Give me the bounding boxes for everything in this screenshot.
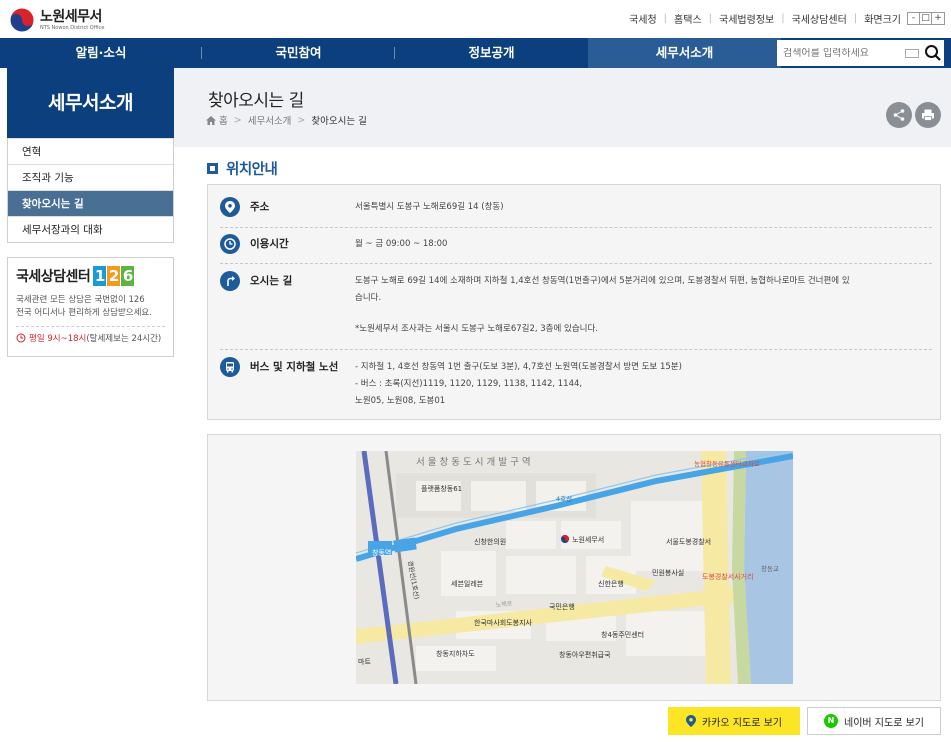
counsel-number: 1 2 6: [93, 266, 135, 286]
sidebar-item-history[interactable]: 연혁: [8, 138, 173, 164]
naver-map-button[interactable]: N 네이버 지도로 보기: [807, 707, 941, 735]
map-container: 서 울 창 동 도 시 개 발 구 역 플랫폼창동61 신창한의원 노원세무서 …: [207, 434, 941, 701]
info-row-directions: 오시는 길 도봉구 노해로 69길 14에 소재하며 지하철 1,4호선 창동역…: [220, 263, 932, 349]
clock-icon: [16, 333, 26, 343]
kakao-map-button[interactable]: 카카오 지도로 보기: [668, 707, 800, 735]
svg-text:4호선: 4호선: [556, 494, 572, 503]
svg-text:신한은행: 신한은행: [598, 579, 624, 588]
share-icon: [893, 109, 905, 121]
counsel-hours: 평일 9시~18시 (탈세제보는 24시간): [16, 326, 165, 344]
svg-text:농협창동유통센터교차로: 농협창동유통센터교차로: [694, 459, 760, 468]
info-label: 버스 및 지하철 노선: [250, 361, 339, 373]
info-value: 도봉구 노해로 69길 14에 소재하며 지하철 1,4호선 창동역(1번출구)…: [355, 276, 850, 334]
bus-icon: [220, 357, 240, 377]
svg-text:신창한의원: 신창한의원: [474, 537, 506, 546]
svg-text:마트: 마트: [358, 657, 371, 666]
home-icon: [206, 115, 216, 125]
section-title: 위치안내: [207, 158, 278, 179]
util-link-counsel-center[interactable]: 국세상담센터: [792, 11, 847, 26]
direction-icon: [220, 271, 240, 291]
page-title: 찾아오시는 길: [208, 91, 304, 111]
left-sidebar: 세무서소개 연혁 조직과 기능 찾아오시는 길 세무서장과의 대화 국세상담센터…: [7, 68, 174, 357]
counsel-center-description: 국세관련 모든 상담은 국번없이 126 전국 어디서나 편리하게 상담받으세요…: [16, 295, 152, 318]
util-link-hometax[interactable]: 홈택스: [674, 11, 702, 26]
svg-text:도봉경찰서사거리: 도봉경찰서사거리: [702, 572, 754, 581]
svg-text:세븐일레븐: 세븐일레븐: [451, 579, 484, 588]
search-button[interactable]: [923, 43, 943, 63]
counsel-center-banner[interactable]: 국세상담센터 1 2 6 국세관련 모든 상담은 국번없이 126 전국 어디서…: [7, 257, 174, 357]
gnb-item-news[interactable]: 알림·소식: [0, 38, 202, 68]
util-link-nts[interactable]: 국세청: [629, 11, 657, 26]
map-label-district: 서 울 창 동 도 시 개 발 구 역: [416, 457, 531, 468]
zoom-label: 화면크기: [864, 15, 901, 26]
svg-text:창4동주민센터: 창4동주민센터: [601, 630, 644, 639]
site-logo[interactable]: 노원세무서 NTS Nowon District Office: [8, 6, 104, 34]
logo-title: 노원세무서: [40, 8, 102, 25]
digit-tile: 6: [121, 266, 135, 286]
info-value: 서울특별시 도봉구 노해로69길 14 (창동): [355, 202, 504, 212]
svg-text:국민은행: 국민은행: [549, 602, 575, 611]
sidebar-title: 세무서소개: [7, 68, 174, 138]
info-value: - 지하철 1, 4호선 창동역 1번 출구(도보 3분), 4,7호선 노원역…: [355, 362, 682, 406]
svg-text:창동아우편취급국: 창동아우편취급국: [559, 650, 611, 659]
logo-subtitle: NTS Nowon District Office: [40, 24, 105, 31]
keyboard-icon[interactable]: [905, 48, 919, 58]
counsel-center-title: 국세상담센터: [16, 269, 91, 285]
util-link-law-info[interactable]: 국세법령정보: [719, 11, 774, 26]
zoom-out-button[interactable]: -: [908, 13, 920, 24]
zoom-reset-button[interactable]: □: [920, 13, 932, 24]
naver-logo-icon: N: [824, 714, 839, 728]
sidebar-item-organization[interactable]: 조직과 기능: [8, 164, 173, 190]
main-nav: 알림·소식 국민참여 정보공개 세무서소개: [0, 38, 951, 68]
section-bullet-icon: [207, 163, 218, 174]
map-graphic: 서 울 창 동 도 시 개 발 구 역 플랫폼창동61 신창한의원 노원세무서 …: [356, 451, 793, 684]
info-row-hours: 이용시간 월 ~ 금 09:00 ~ 18:00: [220, 227, 932, 263]
sidebar-menu: 연혁 조직과 기능 찾아오시는 길 세무서장과의 대화: [7, 138, 174, 243]
zoom-controls: - □ +: [907, 12, 945, 25]
info-row-transit: 버스 및 지하철 노선 - 지하철 1, 4호선 창동역 1번 출구(도보 3분…: [220, 349, 932, 415]
svg-text:노원세무서: 노원세무서: [572, 535, 604, 544]
digit-tile: 2: [107, 266, 121, 286]
digit-tile: 1: [93, 266, 107, 286]
breadcrumb-about[interactable]: 세무서소개: [248, 113, 292, 127]
sidebar-item-directions[interactable]: 찾아오시는 길: [8, 190, 173, 216]
svg-text:창동역: 창동역: [372, 548, 391, 557]
search-input[interactable]: [783, 47, 901, 59]
svg-text:플랫폼창동61: 플랫폼창동61: [421, 484, 462, 493]
info-value: 월 ~ 금 09:00 ~ 18:00: [355, 239, 448, 249]
gnb-item-about[interactable]: 세무서소개: [588, 38, 781, 68]
utility-nav: 국세청 | 홈택스 | 국세법령정보 | 국세상담센터 | 화면크기 - □ +: [629, 11, 945, 26]
print-icon: [922, 109, 934, 121]
breadcrumb-current: 찾아오시는 길: [311, 116, 367, 127]
search-icon: [925, 45, 941, 61]
breadcrumb: 홈 > 세무서소개 > 찾아오시는 길: [206, 113, 367, 127]
info-label: 이용시간: [250, 238, 289, 250]
sidebar-item-director-talk[interactable]: 세무서장과의 대화: [8, 216, 173, 242]
map-pin-icon: [686, 715, 697, 727]
clock-icon: [220, 234, 240, 254]
svg-text:민원봉사실: 민원봉사실: [652, 568, 684, 577]
content-header: 찾아오시는 길 홈 > 세무서소개 > 찾아오시는 길: [174, 68, 951, 147]
print-button[interactable]: [915, 102, 941, 128]
svg-text:창동교: 창동교: [761, 565, 779, 573]
svg-text:서울도봉경찰서: 서울도봉경찰서: [666, 537, 711, 546]
zoom-in-button[interactable]: +: [932, 13, 944, 24]
info-row-address: 주소 서울특별시 도봉구 노해로69길 14 (창동): [220, 197, 932, 225]
location-map[interactable]: 서 울 창 동 도 시 개 발 구 역 플랫폼창동61 신창한의원 노원세무서 …: [356, 451, 793, 684]
search-box: [777, 40, 944, 66]
location-pin-icon: [220, 197, 240, 217]
gnb-item-participation[interactable]: 국민참여: [202, 38, 395, 68]
breadcrumb-home[interactable]: 홈: [219, 113, 228, 127]
svg-text:한국마사회도봉지사: 한국마사회도봉지사: [474, 618, 533, 627]
info-label: 오시는 길: [250, 275, 293, 287]
share-button[interactable]: [886, 102, 912, 128]
location-info-box: 주소 서울특별시 도봉구 노해로69길 14 (창동) 이용시간 월 ~ 금 0…: [207, 184, 941, 420]
info-label: 주소: [250, 201, 270, 213]
svg-text:창동지하차도: 창동지하차도: [436, 649, 475, 658]
gnb-item-disclosure[interactable]: 정보공개: [395, 38, 588, 68]
taegeuk-logo-icon: [9, 7, 35, 33]
site-header: 노원세무서 NTS Nowon District Office 국세청 | 홈택…: [0, 0, 951, 38]
